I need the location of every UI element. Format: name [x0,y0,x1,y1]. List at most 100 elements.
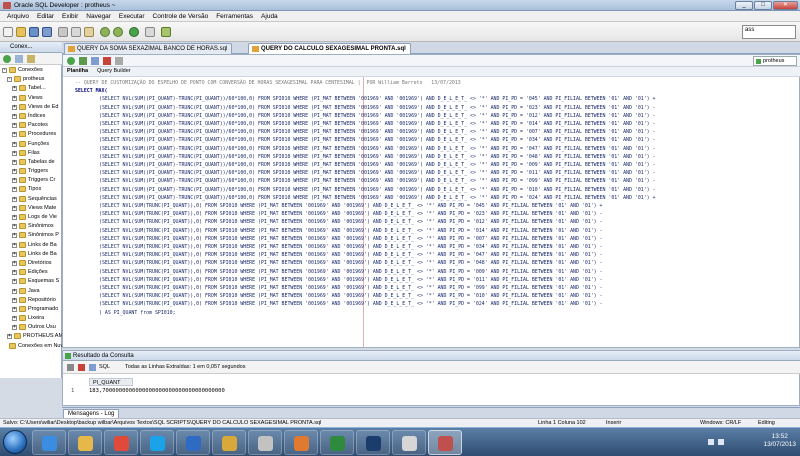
clock[interactable]: 13:52 13/07/2013 [763,433,796,449]
filter-icon[interactable] [27,55,35,63]
tree-item[interactable]: + PROTHEUS AM [0,332,62,341]
undo-icon[interactable] [100,27,110,37]
taskbar-button[interactable] [320,430,354,455]
tree-item[interactable]: - Conexões [0,66,62,75]
tree-item[interactable]: + Lixeira [0,314,62,323]
code-line[interactable]: (SELECT NVL(SUM((PI_QUANT)-TRUNC(PI_QUAN… [99,153,656,161]
explain-plan-icon[interactable] [115,57,123,65]
taskbar-button[interactable] [284,430,318,455]
save-all-icon[interactable] [42,27,52,37]
code-line[interactable]: (SELECT NVL(SUM((PI_QUANT)-TRUNC(PI_QUAN… [99,104,656,112]
commit-icon[interactable] [161,27,171,37]
maximize-button[interactable]: □ [754,1,772,10]
run-script-icon[interactable] [79,57,87,65]
expand-icon[interactable]: + [12,279,17,285]
menu-exibir[interactable]: Exibir [58,13,82,20]
expand-icon[interactable]: + [12,316,17,322]
tree-item[interactable]: + Links de Ba [0,241,62,250]
close-button[interactable]: ✕ [773,1,798,10]
debug-icon[interactable] [145,27,155,37]
commit-icon[interactable] [91,57,99,65]
taskbar-button[interactable] [104,430,138,455]
expand-icon[interactable]: + [12,187,17,193]
expand-icon[interactable]: + [12,86,17,92]
tree-item[interactable]: + Pacotes [0,121,62,130]
tree-item[interactable]: + Tipos [0,185,62,194]
expand-icon[interactable]: + [12,113,17,119]
code-line[interactable]: (SELECT NVL(SUM((PI_QUANT)-TRUNC(PI_QUAN… [99,194,656,202]
tree-item[interactable]: + Views Mate [0,204,62,213]
expand-icon[interactable]: + [12,215,17,220]
expand-icon[interactable]: + [12,297,17,303]
tree-item[interactable]: + Logs de Vie [0,213,62,222]
code-line[interactable]: (SELECT NVL(SUM((PI_QUANT)-TRUNC(PI_QUAN… [99,145,656,153]
code-line[interactable]: (SELECT NVL(SUM((PI_QUANT)-TRUNC(PI_QUAN… [99,95,656,103]
cut-icon[interactable] [58,27,68,37]
expand-icon[interactable]: + [12,306,17,312]
sql-icon[interactable] [89,364,96,371]
tree-item[interactable]: + Diretórios [0,259,62,268]
expand-icon[interactable]: + [12,224,17,230]
tree-item[interactable]: + Triggers Cr [0,176,62,185]
expand-icon[interactable]: + [12,104,17,110]
taskbar-button[interactable] [248,430,282,455]
collapse-icon[interactable]: - [2,68,7,73]
expand-icon[interactable]: + [12,288,17,294]
tree-item[interactable]: + Índices [0,112,62,121]
tree-item[interactable]: + Tabel... [0,84,62,93]
code-line[interactable]: -- QUERY DE CUSTOMIZAÇÃO DO ESPELHO DE P… [75,79,461,87]
tree-item[interactable]: + Tabelas de [0,158,62,167]
expand-icon[interactable]: + [12,196,17,202]
tree-item[interactable]: + Outros Usu [0,323,62,332]
code-line[interactable]: (SELECT NVL(SUM((PI_QUANT)-TRUNC(PI_QUAN… [99,186,656,194]
tree-item[interactable]: + Esquemas S [0,277,62,286]
expand-icon[interactable]: + [12,123,17,129]
new-file-icon[interactable] [3,27,13,37]
toolbar-search-input[interactable]: ass [742,25,796,39]
code-line[interactable]: (SELECT NVL(SUM(TRUNC(PI_QUANT)),0) FROM… [99,210,603,218]
tree-item[interactable]: + Funções [0,140,62,149]
editor-tab[interactable]: QUERY DA SOMA SEXAZIMAL BANCO DE HORAS.s… [64,43,233,54]
menu-ferramentas[interactable]: Ferramentas [212,13,257,20]
code-line[interactable]: (SELECT NVL(SUM((PI_QUANT)-TRUNC(PI_QUAN… [99,161,656,169]
export-icon[interactable] [78,364,85,371]
start-button[interactable] [3,430,27,454]
menu-controle-de-vers-o[interactable]: Controle de Versão [149,13,213,20]
taskbar-button[interactable] [212,430,246,455]
code-line[interactable]: (SELECT NVL(SUM(TRUNC(PI_QUANT)),0) FROM… [99,227,603,235]
tree-item[interactable]: + Edições [0,268,62,277]
volume-icon[interactable] [718,439,724,445]
tree-item[interactable]: + Repositório [0,296,62,305]
code-line[interactable]: SELECT MAX( [75,87,107,95]
expand-icon[interactable]: + [12,169,17,175]
code-line[interactable]: (SELECT NVL(SUM((PI_QUANT)-TRUNC(PI_QUAN… [99,128,656,136]
taskbar-button[interactable] [392,430,426,455]
expand-icon[interactable]: + [12,251,17,257]
expand-icon[interactable]: + [12,325,17,331]
expand-icon[interactable]: + [12,132,17,138]
taskbar-button[interactable] [32,430,66,455]
tree-item[interactable]: + Sinônimos P [0,231,62,240]
refresh-icon[interactable] [15,55,23,63]
code-line[interactable]: (SELECT NVL(SUM(TRUNC(PI_QUANT)),0) FROM… [99,259,603,267]
expand-icon[interactable]: + [12,260,17,266]
column-header-pi-quant[interactable]: PI_QUANT [89,378,133,386]
connection-selector[interactable]: protheus [753,56,797,66]
run-icon[interactable] [129,27,139,37]
code-line[interactable]: (SELECT NVL(SUM(TRUNC(PI_QUANT)),0) FROM… [99,276,603,284]
tree-item[interactable]: + Sequências [0,195,62,204]
code-editor[interactable]: -- QUERY DE CUSTOMIZAÇÃO DO ESPELHO DE P… [63,77,800,347]
expand-icon[interactable]: + [12,159,17,165]
save-icon[interactable] [29,27,39,37]
subtab-query-builder[interactable]: Query Builder [97,68,131,74]
minimize-button[interactable]: _ [735,1,753,10]
tree-item[interactable]: + Sinônimos [0,222,62,231]
code-line[interactable]: (SELECT NVL(SUM(TRUNC(PI_QUANT)),0) FROM… [99,235,603,243]
code-line[interactable]: (SELECT NVL(SUM(TRUNC(PI_QUANT)),0) FROM… [99,251,603,259]
code-line[interactable]: (SELECT NVL(SUM(TRUNC(PI_QUANT)),0) FROM… [99,284,603,292]
expand-icon[interactable]: + [12,95,17,101]
menu-navegar[interactable]: Navegar [82,13,115,20]
expand-icon[interactable]: + [12,178,17,184]
add-connection-icon[interactable] [3,55,11,63]
network-icon[interactable] [708,439,714,445]
